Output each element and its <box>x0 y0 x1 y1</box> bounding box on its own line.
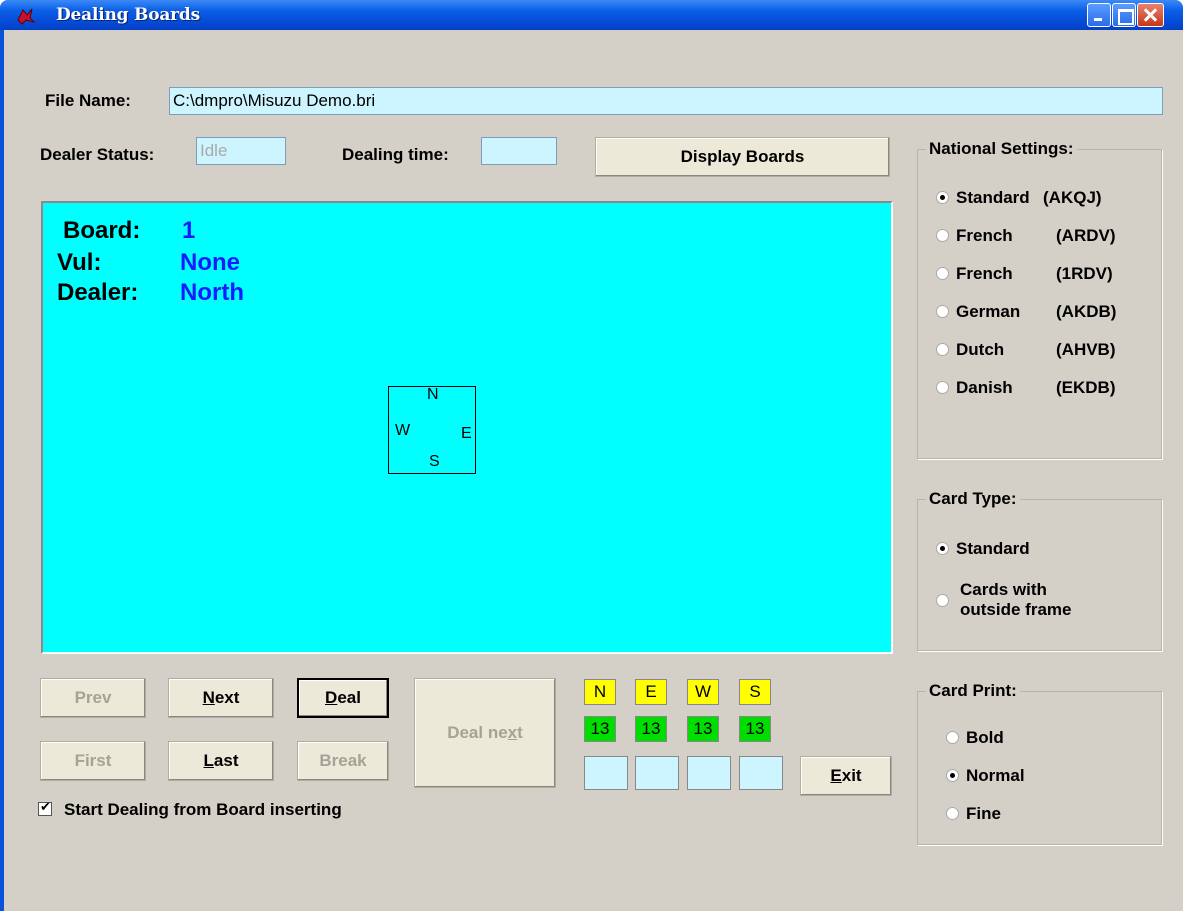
display-boards-button[interactable]: Display Boards <box>595 137 890 177</box>
checkbox-box <box>38 800 52 816</box>
prev-button[interactable]: Prev <box>40 678 146 718</box>
deal-next-button[interactable]: Deal ne x t <box>414 678 556 788</box>
radio-indicator <box>936 542 949 555</box>
dealing-time-label: Dealing time: <box>342 145 449 164</box>
board-number: 1 <box>182 217 196 244</box>
dealer-status-label: Dealer Status: <box>40 145 155 164</box>
compass: N W E S <box>388 386 476 474</box>
radio-indicator <box>936 343 949 356</box>
exit-button[interactable]: Exit <box>800 756 892 796</box>
dealer-label: Dealer: <box>57 279 139 306</box>
seat-name-w: W <box>687 679 719 705</box>
card-print-title: Card Print: <box>926 681 1020 701</box>
deal-button[interactable]: Deal <box>297 678 389 718</box>
vul-label: Vul: <box>57 249 102 276</box>
radio-indicator <box>946 731 959 744</box>
seat-count-w: 13 <box>687 716 719 742</box>
radio-indicator <box>936 594 949 607</box>
app-icon <box>17 8 36 25</box>
compass-west: W <box>395 422 411 439</box>
seat-count-n: 13 <box>584 716 616 742</box>
radio-indicator <box>946 769 959 782</box>
dealer-value: North <box>180 279 244 306</box>
window-title: Dealing Boards <box>56 5 200 25</box>
break-button[interactable]: Break <box>297 741 389 781</box>
radio-indicator <box>936 191 949 204</box>
card-type-group: Card Type: Standard Cards with outside f… <box>917 489 1162 651</box>
last-button[interactable]: Last <box>168 741 274 781</box>
file-name-label: File Name: <box>45 91 131 110</box>
next-button[interactable]: Next <box>168 678 274 718</box>
compass-east: E <box>461 425 472 442</box>
vul-value: None <box>180 249 240 276</box>
board-label: Board: <box>63 217 141 244</box>
dealer-status-field: Idle <box>196 137 286 165</box>
national-settings-title: National Settings: <box>926 139 1077 159</box>
seat-count-s: 13 <box>739 716 771 742</box>
national-settings-group: National Settings: Standard (AKQJ) Frenc… <box>917 139 1162 459</box>
radio-indicator <box>946 807 959 820</box>
card-print-group: Card Print: Bold Normal Fine <box>917 681 1162 845</box>
seat-name-e: E <box>635 679 667 705</box>
compass-south: S <box>429 453 440 470</box>
dealing-time-field[interactable] <box>481 137 557 165</box>
file-name-field[interactable]: C:\dmpro\Misuzu Demo.bri <box>169 87 1163 115</box>
start-dealing-label: Start Dealing from Board inserting <box>64 800 342 819</box>
seat-name-n: N <box>584 679 616 705</box>
radio-indicator <box>936 229 949 242</box>
board-display: Board: 1 Vul: None Dealer: North N W E S <box>41 201 893 654</box>
card-type-title: Card Type: <box>926 489 1020 509</box>
maximize-button[interactable] <box>1112 3 1136 27</box>
title-bar[interactable]: Dealing Boards <box>0 0 1183 30</box>
seat-slot-s <box>739 756 783 790</box>
seat-slot-w <box>687 756 731 790</box>
seat-name-s: S <box>739 679 771 705</box>
dealing-boards-window: Dealing Boards File Name: C:\dmpro\Misuz… <box>0 0 1183 911</box>
compass-north: N <box>427 386 439 403</box>
radio-indicator <box>936 267 949 280</box>
seat-slot-e <box>635 756 679 790</box>
seat-count-e: 13 <box>635 716 667 742</box>
client-area: File Name: C:\dmpro\Misuzu Demo.bri Deal… <box>4 30 1183 911</box>
radio-indicator <box>936 305 949 318</box>
close-button[interactable] <box>1137 3 1164 27</box>
first-button[interactable]: First <box>40 741 146 781</box>
minimize-button[interactable] <box>1087 3 1111 27</box>
seat-slot-n <box>584 756 628 790</box>
radio-indicator <box>936 381 949 394</box>
